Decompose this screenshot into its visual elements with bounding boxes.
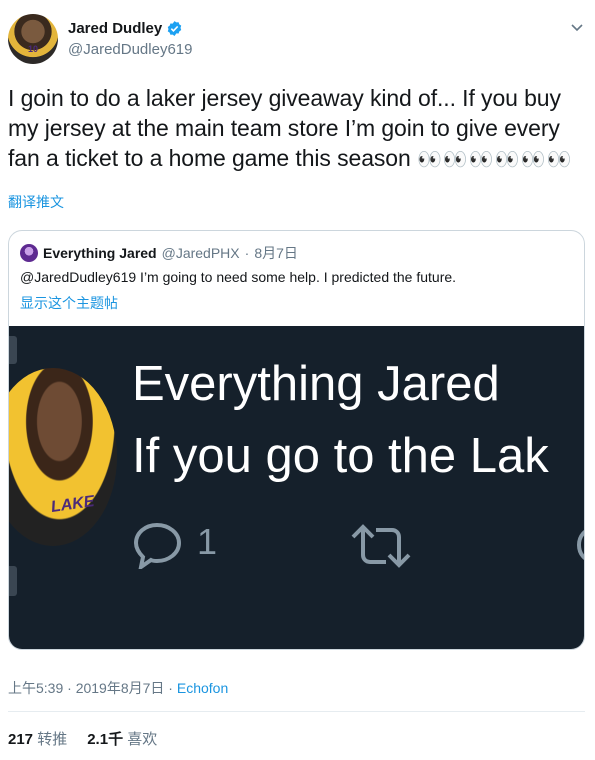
quoted-display-name: Everything Jared bbox=[43, 245, 157, 261]
tweet-meta: 上午5:39 · 2019年8月7日 · Echofon bbox=[8, 678, 228, 698]
tweet-header: 10 Jared Dudley @JaredDudley619 bbox=[8, 12, 588, 68]
like-count: 2.1千 bbox=[87, 731, 124, 748]
author-avatar[interactable]: 10 bbox=[8, 14, 58, 64]
divider bbox=[8, 711, 585, 712]
jersey-lettering: LAKE bbox=[49, 493, 96, 516]
quoted-tweet-image[interactable]: LAKE Everything Jared If you go to the L… bbox=[9, 326, 584, 649]
retweet-count: 217 bbox=[8, 731, 34, 748]
tweet-source-link[interactable]: Echofon bbox=[177, 680, 228, 696]
retweet-label: 转推 bbox=[37, 731, 68, 748]
retweet-stat[interactable]: 217 转推 bbox=[8, 728, 67, 749]
quoted-date: 8月7日 bbox=[254, 245, 298, 261]
image-edge-mark bbox=[9, 566, 17, 596]
quoted-handle: @JaredPHX bbox=[161, 245, 240, 261]
author-name-row: Jared Dudley bbox=[68, 20, 183, 37]
chevron-down-icon[interactable] bbox=[570, 20, 584, 34]
like-label: 喜欢 bbox=[127, 731, 158, 748]
quoted-tweet[interactable]: Everything Jared @JaredPHX · 8月7日 @Jared… bbox=[8, 230, 585, 650]
retweet-icon bbox=[351, 524, 411, 568]
author-display-name[interactable]: Jared Dudley bbox=[68, 20, 162, 37]
author-handle[interactable]: @JaredDudley619 bbox=[68, 41, 192, 58]
quoted-tweet-text: @JaredDudley619 I’m going to need some h… bbox=[20, 269, 457, 285]
translate-tweet-link[interactable]: 翻译推文 bbox=[8, 192, 64, 212]
quoted-tweet-header: Everything Jared @JaredPHX · 8月7日 bbox=[20, 243, 298, 263]
quoted-separator: · bbox=[244, 245, 250, 261]
image-reply-count: 1 bbox=[197, 521, 218, 562]
image-edge-mark bbox=[9, 336, 17, 364]
quoted-author-avatar bbox=[20, 244, 38, 262]
image-avatar-photo: LAKE bbox=[9, 368, 117, 546]
avatar-jersey-number: 10 bbox=[27, 44, 38, 54]
tweet-stats: 217 转推 2.1千 喜欢 bbox=[8, 728, 157, 749]
eyes-emoji: 👀👀👀👀👀👀 bbox=[416, 149, 573, 171]
image-display-name: Everything Jared bbox=[132, 357, 500, 411]
tweet-timestamp[interactable]: 上午5:39 · 2019年8月7日 · bbox=[8, 680, 177, 696]
show-thread-link[interactable]: 显示这个主题帖 bbox=[20, 293, 118, 313]
verified-badge-icon bbox=[167, 21, 182, 36]
tweet-body: I goin to do a laker jersey giveaway kin… bbox=[8, 83, 588, 175]
like-stat[interactable]: 2.1千 喜欢 bbox=[87, 728, 157, 749]
image-tweet-text: If you go to the Lak bbox=[132, 429, 549, 483]
reply-icon bbox=[133, 522, 182, 569]
like-icon bbox=[576, 530, 584, 560]
